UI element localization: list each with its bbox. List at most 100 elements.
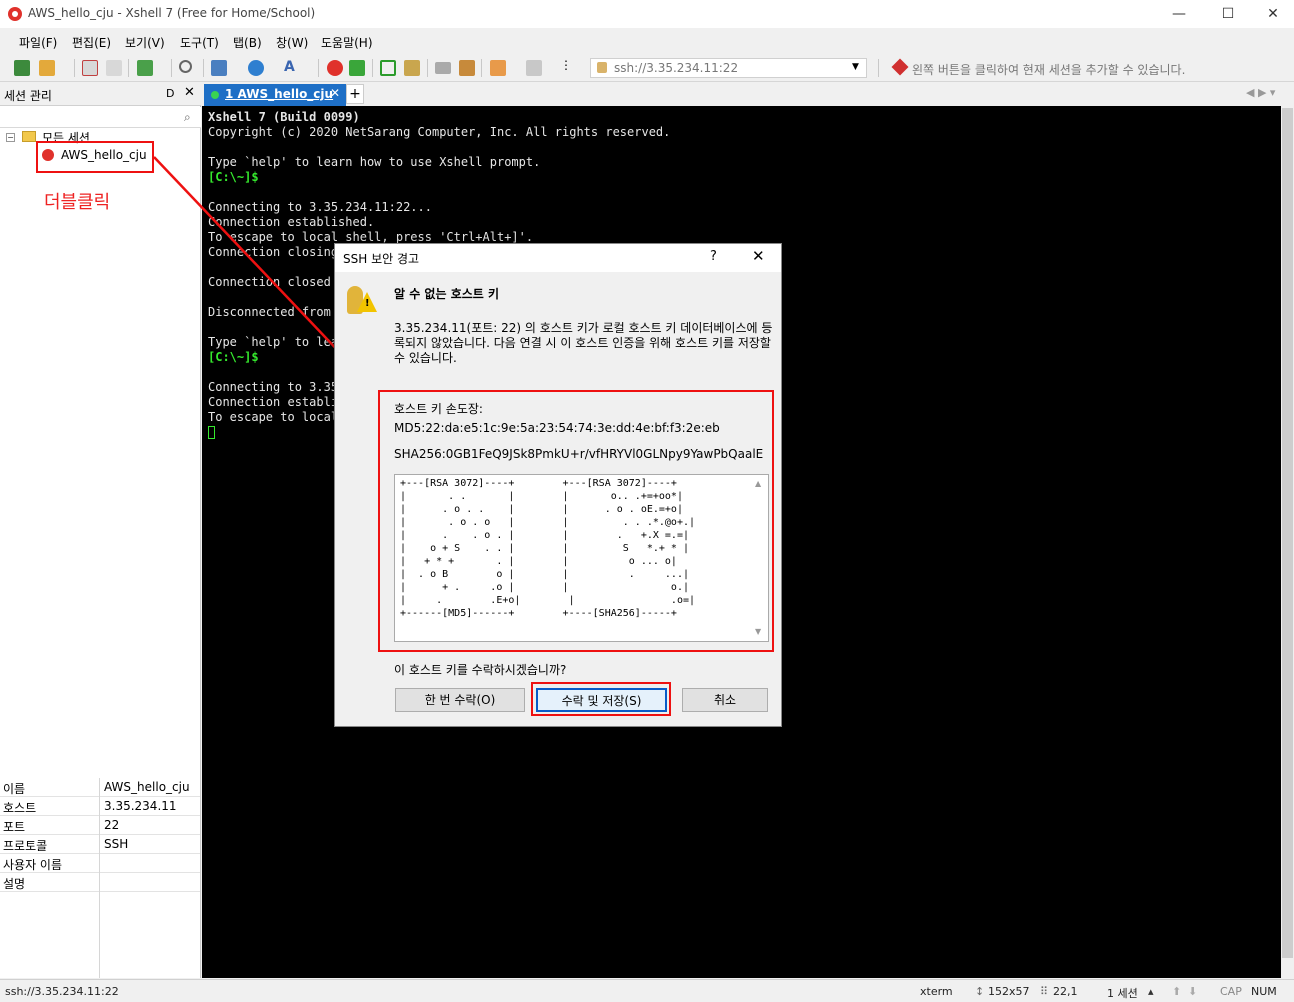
menu-view[interactable]: 보기(V) — [125, 34, 165, 51]
terminal-line: Copyright (c) 2020 NetSarang Computer, I… — [208, 125, 671, 139]
tab-navigation-icon[interactable]: ◀ ▶ ▾ — [1246, 86, 1275, 99]
property-key: 프로토콜 — [3, 839, 48, 853]
dialog-help-button[interactable]: ? — [710, 249, 717, 264]
session-manager-title: 세션 관리 — [4, 89, 52, 103]
toolbar-hint: 왼쪽 버튼을 클릭하여 현재 세션을 추가할 수 있습니다. — [912, 63, 1186, 77]
fullscreen-icon[interactable] — [380, 60, 396, 76]
close-window-button[interactable]: ✕ — [1250, 0, 1294, 28]
add-folder-icon[interactable] — [490, 60, 506, 76]
xshell-icon[interactable] — [327, 60, 343, 76]
dialog-question: 이 호스트 키를 수락하시겠습니까? — [394, 663, 567, 677]
property-column-divider — [99, 778, 100, 978]
status-terminal-type: xterm — [920, 985, 953, 998]
menu-file[interactable]: 파일(F) — [19, 34, 57, 51]
property-value: SSH — [104, 837, 129, 851]
pin-icon[interactable]: ᗞ — [166, 87, 174, 100]
status-address: ssh://3.35.234.11:22 — [5, 985, 119, 998]
dialog-title: SSH 보안 경고 — [343, 252, 420, 266]
pencil-icon[interactable] — [459, 60, 475, 76]
minimize-button[interactable]: — — [1156, 0, 1202, 28]
toolbar-separator — [372, 59, 373, 77]
property-row: 이름 AWS_hello_cju — [0, 778, 200, 797]
font-icon[interactable]: A — [284, 60, 300, 76]
property-row: 프로토콜 SSH — [0, 835, 200, 854]
xftp-icon[interactable] — [349, 60, 365, 76]
menu-help[interactable]: 도움말(H) — [321, 34, 373, 51]
annotation-highlight-session — [36, 141, 154, 173]
scrollbar-thumb[interactable] — [1282, 108, 1293, 958]
close-panel-icon[interactable]: ✕ — [184, 85, 195, 100]
keyboard-icon[interactable] — [435, 62, 451, 74]
menu-window[interactable]: 창(W) — [276, 34, 308, 51]
chevron-down-icon[interactable]: ▼ — [852, 62, 859, 72]
more-tools-icon[interactable]: ⋮ — [560, 58, 572, 72]
toolbar-separator — [128, 59, 129, 77]
property-value: AWS_hello_cju — [104, 780, 190, 794]
property-row: 사용자 이름 — [0, 854, 200, 873]
connected-status-icon — [211, 91, 219, 99]
randomart-scrollbar[interactable] — [752, 475, 768, 641]
upload-icon[interactable]: ⬆ — [1172, 985, 1181, 998]
tree-collapse-icon[interactable]: − — [6, 133, 15, 142]
terminal-line: Connecting to 3.35.234.11:22... — [208, 200, 432, 214]
terminal-line: [C:\~]$ — [208, 170, 259, 184]
layout-icon[interactable] — [526, 60, 542, 76]
address-text[interactable]: ssh://3.35.234.11:22 — [614, 61, 738, 75]
tab-bar — [202, 82, 1294, 106]
toolbar-separator — [427, 59, 428, 77]
tab-label[interactable]: 1 AWS_hello_cju — [225, 87, 333, 101]
add-tab-button[interactable]: + — [346, 84, 364, 104]
toolbar-separator — [481, 59, 482, 77]
cancel-button[interactable]: 취소 — [682, 688, 768, 712]
terminal-line: Type `help' to learn how to use Xshell p… — [208, 155, 541, 169]
globe-icon[interactable] — [248, 60, 264, 76]
new-tab-icon[interactable] — [137, 60, 153, 76]
open-folder-icon[interactable] — [39, 60, 55, 76]
toolbar-separator — [74, 59, 75, 77]
warning-mark-icon: ! — [365, 298, 370, 309]
fingerprint-sha256: SHA256:0GB1FeQ9JSk8PmkU+r/vfHRYVl0GLNpy9… — [394, 447, 764, 461]
search-icon[interactable]: ⌕ — [184, 110, 191, 125]
menu-tools[interactable]: 도구(T) — [180, 34, 219, 51]
folder-icon — [22, 131, 36, 142]
disconnect-icon[interactable] — [106, 60, 122, 76]
tab-close-icon[interactable]: ✕ — [330, 86, 340, 100]
property-key: 사용자 이름 — [3, 858, 63, 872]
maximize-button[interactable]: ☐ — [1205, 0, 1251, 28]
toolbar-separator — [203, 59, 204, 77]
connect-icon[interactable] — [82, 60, 98, 76]
property-row: 포트 22 — [0, 816, 200, 835]
dialog-close-button[interactable]: ✕ — [752, 247, 765, 265]
property-value: 22 — [104, 818, 120, 832]
toolbar-separator — [171, 59, 172, 77]
fingerprint-label: 호스트 키 손도장: — [394, 402, 483, 416]
scroll-up-icon[interactable]: ▲ — [755, 479, 761, 488]
property-row: 호스트 3.35.234.11 — [0, 797, 200, 816]
accept-once-button[interactable]: 한 번 수락(O) — [395, 688, 525, 712]
chevron-up-icon[interactable]: ▴ — [1148, 985, 1154, 998]
accept-and-save-button[interactable]: 수락 및 저장(S) — [536, 688, 667, 712]
lock-icon[interactable] — [404, 60, 420, 76]
dialog-heading: 알 수 없는 호스트 키 — [394, 287, 500, 301]
download-icon[interactable]: ⬇ — [1188, 985, 1197, 998]
property-key: 호스트 — [3, 801, 37, 815]
properties-icon[interactable] — [211, 60, 227, 76]
property-key: 포트 — [3, 820, 26, 834]
fingerprint-md5: MD5:22:da:e5:1c:9e:5a:23:54:74:3e:dd:4e:… — [394, 421, 720, 435]
new-session-icon[interactable] — [14, 60, 30, 76]
cursor-position-icon: ⠿ — [1040, 985, 1049, 998]
session-search-input[interactable] — [0, 107, 201, 128]
property-key: 설명 — [3, 877, 26, 891]
menu-edit[interactable]: 편집(E) — [72, 34, 111, 51]
property-key: 이름 — [3, 782, 26, 796]
dialog-description: 3.35.234.11(포트: 22) 의 호스트 키가 로컬 호스트 키 데이… — [394, 321, 773, 365]
scroll-down-icon[interactable]: ▼ — [755, 627, 761, 636]
status-bar — [0, 979, 1294, 1002]
annotation-double-click-label: 더블클릭 — [44, 192, 111, 213]
menu-tab[interactable]: 탭(B) — [233, 34, 262, 51]
find-icon[interactable] — [179, 60, 192, 73]
terminal-line: Connection established. — [208, 215, 375, 229]
size-icon: ↕ — [975, 985, 985, 998]
